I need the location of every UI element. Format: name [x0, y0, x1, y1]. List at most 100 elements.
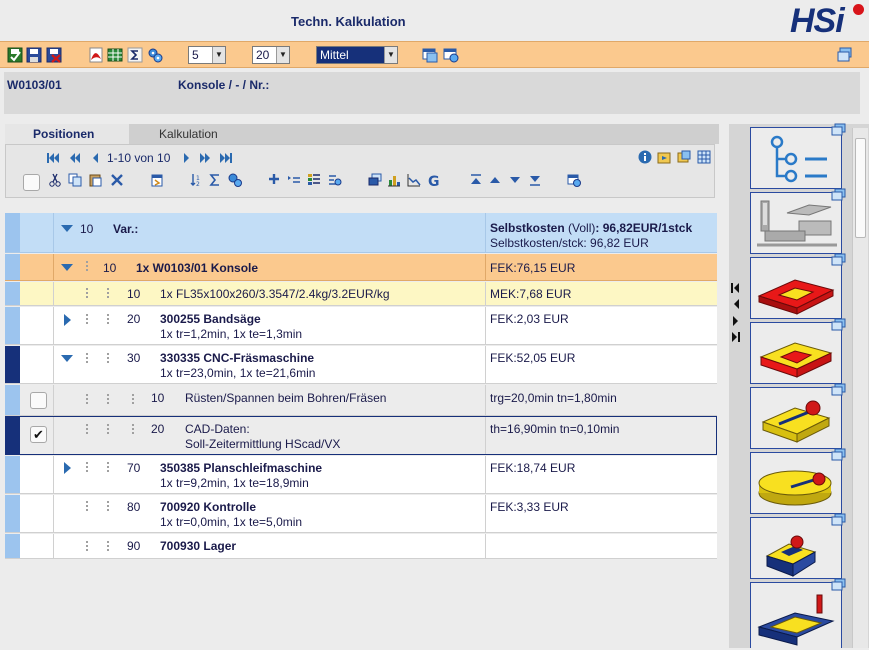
- collapse-icon[interactable]: [61, 355, 73, 362]
- expand-icon[interactable]: [64, 462, 71, 474]
- cut-icon[interactable]: [48, 173, 62, 187]
- row-pos: 70: [127, 461, 141, 475]
- calc-gears-icon[interactable]: [228, 173, 242, 187]
- indent-icon[interactable]: [287, 173, 301, 187]
- pager-text: 1-10 von 10: [107, 151, 171, 165]
- layers-icon[interactable]: [368, 173, 382, 187]
- help-stack-icon[interactable]: [837, 47, 853, 63]
- pocket-contour-tile[interactable]: [750, 318, 846, 384]
- cost-value: trg=20,0min tn=1,80min: [490, 391, 617, 405]
- structure-tree-tile[interactable]: [750, 123, 846, 189]
- window-gears-icon[interactable]: [567, 173, 581, 187]
- tree-dots: [131, 394, 135, 406]
- table-row-variant[interactable]: 10 Var.: Selbstkosten (Voll): 96,82EUR/1…: [5, 213, 717, 253]
- help-stack-icon[interactable]: [831, 318, 847, 332]
- row-checkbox-checked[interactable]: ✔: [30, 426, 47, 443]
- svg-text:G: G: [428, 174, 440, 187]
- save-icon[interactable]: [26, 47, 42, 63]
- face-turning-tile[interactable]: [750, 448, 846, 514]
- move-up-icon[interactable]: [488, 173, 502, 187]
- window-gears-icon[interactable]: [443, 47, 459, 63]
- table-row-operation[interactable]: 90 700930 Lager: [5, 534, 717, 559]
- last-page-icon[interactable]: [219, 151, 233, 165]
- help-stack-icon[interactable]: [831, 513, 847, 527]
- tab-kalkulation[interactable]: Kalkulation: [131, 124, 246, 144]
- pdf-icon[interactable]: [88, 47, 104, 63]
- bar-chart-icon[interactable]: [387, 173, 401, 187]
- settings-list-icon[interactable]: [328, 173, 342, 187]
- cost-cell: th=16,90min tn=0,10min: [485, 417, 717, 454]
- paste-icon[interactable]: [88, 173, 102, 187]
- table-row-assembly[interactable]: 10 1x W0103/01 Konsole FEK:76,15 EUR: [5, 254, 717, 281]
- collapse-all-icon[interactable]: [469, 173, 483, 187]
- table-row-step-selected[interactable]: ✔ 20 CAD-Daten: Soll-Zeitermittlung HSca…: [5, 416, 717, 455]
- grid-icon[interactable]: [697, 150, 711, 164]
- row-subtitle: 1x tr=9,2min, 1x te=18,9min: [160, 476, 309, 490]
- line-chart-icon[interactable]: [407, 173, 421, 187]
- item-info-bar: W0103/01 Konsole / - / Nr.:: [4, 72, 860, 114]
- pocket-milling-tile[interactable]: [750, 253, 846, 319]
- check-save-icon[interactable]: [7, 47, 23, 63]
- page-size-select[interactable]: 20 ▼: [252, 46, 290, 64]
- gantt-icon[interactable]: G: [427, 173, 441, 190]
- scrollbar-thumb[interactable]: [855, 138, 866, 238]
- folder-arrow-icon[interactable]: [657, 150, 671, 164]
- first-page-icon[interactable]: [46, 151, 60, 165]
- row-pos: 80: [127, 500, 141, 514]
- expand-icon[interactable]: [64, 314, 71, 326]
- help-stack-icon[interactable]: [831, 188, 847, 202]
- tab-positionen[interactable]: Positionen: [5, 124, 129, 144]
- sum-icon[interactable]: [127, 47, 143, 63]
- gears-icon[interactable]: [147, 47, 163, 63]
- renumber-icon[interactable]: 12: [190, 173, 204, 188]
- cost-cell: trg=20,0min tn=1,80min: [485, 385, 717, 415]
- delete-save-icon[interactable]: [46, 47, 62, 63]
- surface-grinding-tile[interactable]: [750, 578, 846, 648]
- move-down-icon[interactable]: [508, 173, 522, 187]
- table-row-step[interactable]: 10 Rüsten/Spannen beim Bohren/Fräsen trg…: [5, 385, 717, 416]
- table-row-operation[interactable]: 30 330335 CNC-Fräsmaschine 1x tr=23,0min…: [5, 346, 717, 384]
- row-checkbox[interactable]: [30, 392, 47, 409]
- palette-scrollbar[interactable]: [852, 128, 868, 648]
- help-stack-icon[interactable]: [831, 253, 847, 267]
- step-milling-tile[interactable]: [750, 513, 846, 579]
- recalc-sum-icon[interactable]: [208, 173, 222, 187]
- add-position-icon[interactable]: [269, 173, 283, 187]
- table-row-operation[interactable]: 20 300255 Bandsäge 1x tr=1,2min, 1x te=1…: [5, 307, 717, 345]
- palette-next-icon[interactable]: [731, 315, 741, 327]
- level-select[interactable]: 5 ▼: [188, 46, 226, 64]
- saw-machine-tile[interactable]: [750, 188, 846, 254]
- collapse-icon[interactable]: [61, 225, 73, 232]
- expand-all-icon[interactable]: [528, 173, 542, 187]
- mode-select[interactable]: Mittel ▼: [316, 46, 398, 64]
- slot-milling-tile[interactable]: [750, 383, 846, 449]
- tree-dots: [85, 314, 89, 326]
- cost-cell: Selbstkosten (Voll): 96,82EUR/1stck Selb…: [485, 213, 717, 252]
- export-icon[interactable]: [677, 150, 691, 164]
- list-color-icon[interactable]: [307, 173, 321, 187]
- row-title: 1x W0103/01 Konsole: [136, 261, 259, 275]
- export-table-icon[interactable]: [107, 47, 123, 63]
- palette-prev-icon[interactable]: [731, 298, 741, 310]
- window-icon[interactable]: [422, 47, 438, 63]
- table-row-operation[interactable]: 80 700920 Kontrolle 1x tr=0,0min, 1x te=…: [5, 495, 717, 533]
- help-stack-icon[interactable]: [831, 123, 847, 137]
- next-fast-icon[interactable]: [198, 151, 212, 165]
- palette-first-icon[interactable]: [731, 282, 741, 294]
- select-all-checkbox[interactable]: [23, 174, 40, 191]
- table-row-operation[interactable]: 70 350385 Planschleifmaschine 1x tr=9,2m…: [5, 456, 717, 494]
- help-stack-icon[interactable]: [831, 578, 847, 592]
- table-row-material[interactable]: 10 1x FL35x100x260/3.3547/2.4kg/3.2EUR/k…: [5, 282, 717, 306]
- cost-cell: FEK:3,33 EUR: [485, 495, 717, 532]
- next-page-icon[interactable]: [179, 151, 193, 165]
- import-icon[interactable]: [150, 173, 164, 187]
- prev-fast-icon[interactable]: [68, 151, 82, 165]
- info-icon[interactable]: [638, 150, 652, 164]
- collapse-icon[interactable]: [61, 264, 73, 271]
- help-stack-icon[interactable]: [831, 448, 847, 462]
- prev-page-icon[interactable]: [89, 151, 103, 165]
- help-stack-icon[interactable]: [831, 383, 847, 397]
- delete-icon[interactable]: [110, 173, 124, 187]
- copy-icon[interactable]: [68, 173, 82, 187]
- palette-last-icon[interactable]: [731, 331, 741, 343]
